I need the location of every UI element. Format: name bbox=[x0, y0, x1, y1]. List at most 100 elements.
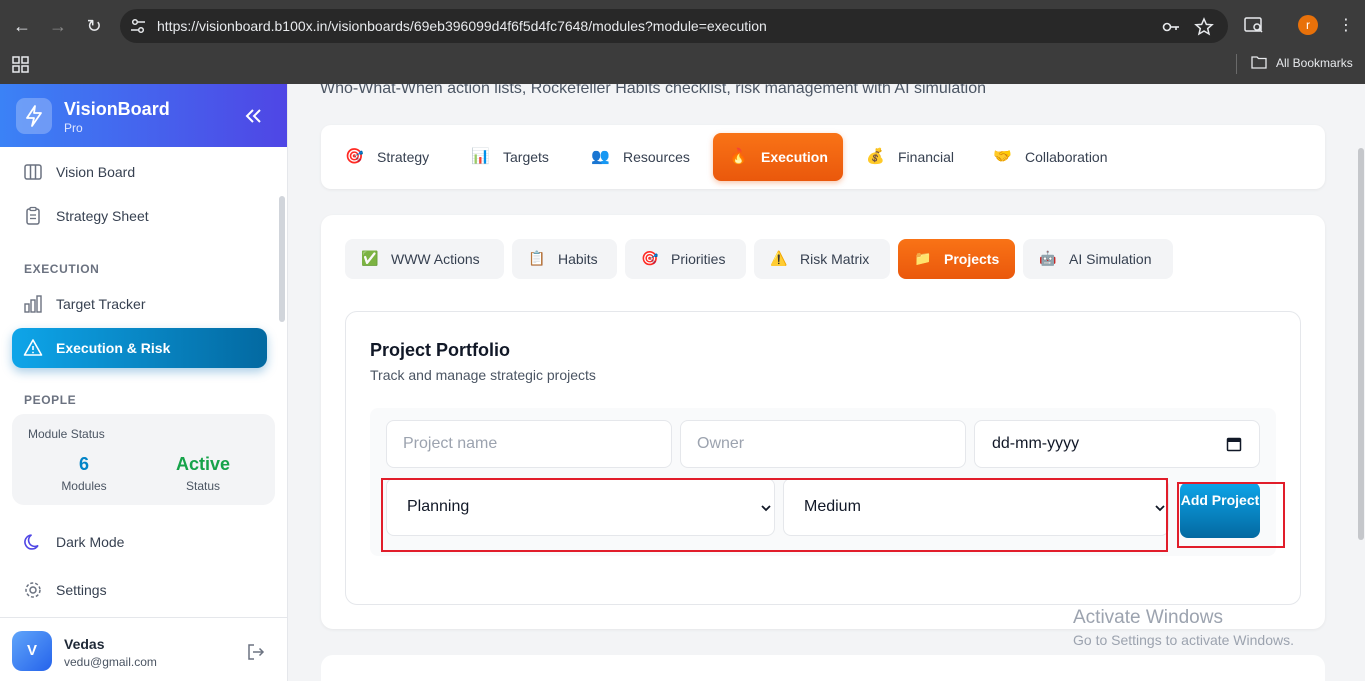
sidebar-item-execution-risk[interactable]: Execution & Risk bbox=[12, 328, 267, 368]
menu-kebab-icon[interactable]: ⋮ bbox=[1333, 13, 1359, 39]
check-icon: ✅ bbox=[361, 250, 379, 266]
owner-placeholder[interactable]: Owner bbox=[697, 421, 744, 467]
subtab-label: WWW Actions bbox=[391, 251, 480, 267]
reload-icon[interactable]: ↻ bbox=[81, 13, 107, 39]
date-input[interactable]: dd-mm-yyyy bbox=[974, 420, 1260, 468]
status-label: Status bbox=[185, 479, 221, 493]
module-status-title: Module Status bbox=[28, 427, 105, 441]
tab-strategy[interactable]: 🎯 Strategy bbox=[333, 133, 445, 181]
browser-chrome: ← → ↻ https://visionboard.b100x.in/visio… bbox=[0, 0, 1365, 84]
watermark-title: Activate Windows bbox=[1073, 607, 1223, 628]
tab-label: Strategy bbox=[377, 149, 430, 165]
apps-grid-icon[interactable] bbox=[12, 56, 30, 74]
logout-icon[interactable] bbox=[246, 642, 266, 662]
lightning-logo-icon bbox=[16, 98, 52, 134]
target-icon: 🎯 bbox=[641, 250, 659, 266]
next-section-card bbox=[321, 655, 1325, 681]
subtab-habits[interactable]: 📋 Habits bbox=[512, 239, 617, 279]
project-name-placeholder[interactable]: Project name bbox=[403, 421, 497, 467]
browser-toolbar: ← → ↻ https://visionboard.b100x.in/visio… bbox=[0, 0, 1365, 52]
robot-icon: 🤖 bbox=[1039, 250, 1057, 266]
module-status-card: Module Status 6 Modules Active Status bbox=[12, 414, 275, 505]
section-label-execution: EXECUTION bbox=[24, 262, 100, 276]
bookmarks-divider bbox=[1236, 54, 1237, 74]
subtab-label: AI Simulation bbox=[1069, 251, 1152, 267]
subtab-label: Risk Matrix bbox=[800, 251, 870, 267]
tab-financial[interactable]: 💰 Financial bbox=[854, 133, 969, 181]
subtab-ai-simulation[interactable]: 🤖 AI Simulation bbox=[1023, 239, 1173, 279]
warning-icon: ⚠️ bbox=[770, 250, 788, 266]
page-subtitle: Who-What-When action lists, Rockefeller … bbox=[320, 84, 987, 97]
address-bar[interactable]: https://visionboard.b100x.in/visionboard… bbox=[120, 9, 1228, 43]
tab-label: Collaboration bbox=[1025, 149, 1108, 165]
tab-label: Financial bbox=[898, 149, 955, 165]
subtab-label: Priorities bbox=[671, 251, 726, 267]
collapse-sidebar-icon[interactable] bbox=[242, 105, 264, 127]
brand-tier: Pro bbox=[64, 121, 83, 135]
warning-icon bbox=[23, 339, 43, 356]
watermark-subtitle: Go to Settings to activate Windows. bbox=[1073, 632, 1294, 648]
people-icon: 👥 bbox=[591, 148, 610, 165]
profile-avatar[interactable]: r bbox=[1298, 15, 1318, 35]
settings-label: Settings bbox=[56, 582, 107, 598]
chart-icon: 📊 bbox=[471, 148, 490, 165]
tab-label: Execution bbox=[761, 149, 828, 165]
sidebar-item-label: Target Tracker bbox=[56, 296, 146, 312]
money-bag-icon: 💰 bbox=[866, 148, 885, 165]
portfolio-title: Project Portfolio bbox=[370, 340, 511, 360]
status-value: Active bbox=[175, 454, 231, 474]
tab-label: Resources bbox=[623, 149, 690, 165]
clipboard-icon: 📋 bbox=[528, 250, 546, 266]
password-key-icon[interactable] bbox=[1161, 17, 1181, 37]
subtab-label: Habits bbox=[558, 251, 598, 267]
bookmark-star-icon[interactable] bbox=[1194, 17, 1214, 37]
page-scrollbar[interactable] bbox=[1358, 148, 1364, 540]
sidebar-item-label: Strategy Sheet bbox=[56, 208, 149, 224]
back-icon[interactable]: ← bbox=[9, 13, 35, 39]
portfolio-subtitle: Track and manage strategic projects bbox=[370, 367, 596, 383]
sidebar-item-strategy-sheet[interactable]: Strategy Sheet bbox=[12, 196, 267, 236]
module-tabs: 🎯 Strategy 📊 Targets 👥 Resources 🔥 Execu… bbox=[321, 125, 1325, 189]
bookmarks-bar: All Bookmarks bbox=[0, 52, 1365, 84]
sidebar-item-target-tracker[interactable]: Target Tracker bbox=[12, 284, 267, 324]
section-label-people: PEOPLE bbox=[24, 393, 77, 407]
forward-icon[interactable]: → bbox=[45, 13, 71, 39]
project-portfolio: Project Portfolio Track and manage strat… bbox=[345, 311, 1301, 605]
subtab-projects[interactable]: 📁 Projects bbox=[898, 239, 1015, 279]
calendar-icon[interactable] bbox=[1226, 436, 1242, 452]
subtab-priorities[interactable]: 🎯 Priorities bbox=[625, 239, 746, 279]
subtab-label: Projects bbox=[944, 251, 1000, 267]
project-name-input[interactable]: Project name bbox=[386, 420, 672, 468]
tab-label: Targets bbox=[503, 149, 549, 165]
handshake-icon: 🤝 bbox=[993, 148, 1012, 165]
sidebar-item-label: Vision Board bbox=[56, 164, 136, 180]
tab-execution[interactable]: 🔥 Execution bbox=[713, 133, 843, 181]
url-text[interactable]: https://visionboard.b100x.in/visionboard… bbox=[157, 9, 767, 43]
date-placeholder[interactable]: dd-mm-yyyy bbox=[992, 421, 1079, 467]
subtab-risk-matrix[interactable]: ⚠️ Risk Matrix bbox=[754, 239, 890, 279]
modules-label: Modules bbox=[61, 479, 107, 493]
site-settings-icon[interactable] bbox=[129, 17, 147, 35]
tab-search-icon[interactable] bbox=[1243, 14, 1265, 36]
owner-input[interactable]: Owner bbox=[680, 420, 966, 468]
tab-targets[interactable]: 📊 Targets bbox=[459, 133, 567, 181]
user-profile: V Vedas vedu@gmail.com bbox=[0, 617, 287, 681]
brand-header: VisionBoard Pro bbox=[0, 84, 287, 147]
bar-chart-icon bbox=[24, 295, 42, 313]
main-content: Who-What-When action lists, Rockefeller … bbox=[288, 84, 1365, 681]
dark-mode-toggle[interactable]: Dark Mode bbox=[12, 522, 267, 562]
columns-icon bbox=[24, 164, 42, 180]
folder-icon bbox=[1251, 56, 1267, 69]
all-bookmarks-label[interactable]: All Bookmarks bbox=[1276, 56, 1353, 70]
tab-collaboration[interactable]: 🤝 Collaboration bbox=[981, 133, 1121, 181]
sidebar-item-vision-board[interactable]: Vision Board bbox=[12, 152, 267, 192]
clipboard-icon bbox=[26, 206, 40, 225]
highlight-selects-box bbox=[381, 478, 1168, 552]
modules-count: 6 bbox=[78, 454, 89, 474]
sidebar-scrollbar[interactable] bbox=[279, 196, 285, 322]
gear-icon bbox=[25, 582, 41, 598]
all-bookmarks-button[interactable]: All Bookmarks bbox=[1251, 52, 1353, 74]
subtab-www-actions[interactable]: ✅ WWW Actions bbox=[345, 239, 504, 279]
settings-button[interactable]: Settings bbox=[12, 570, 267, 610]
tab-resources[interactable]: 👥 Resources bbox=[579, 133, 707, 181]
